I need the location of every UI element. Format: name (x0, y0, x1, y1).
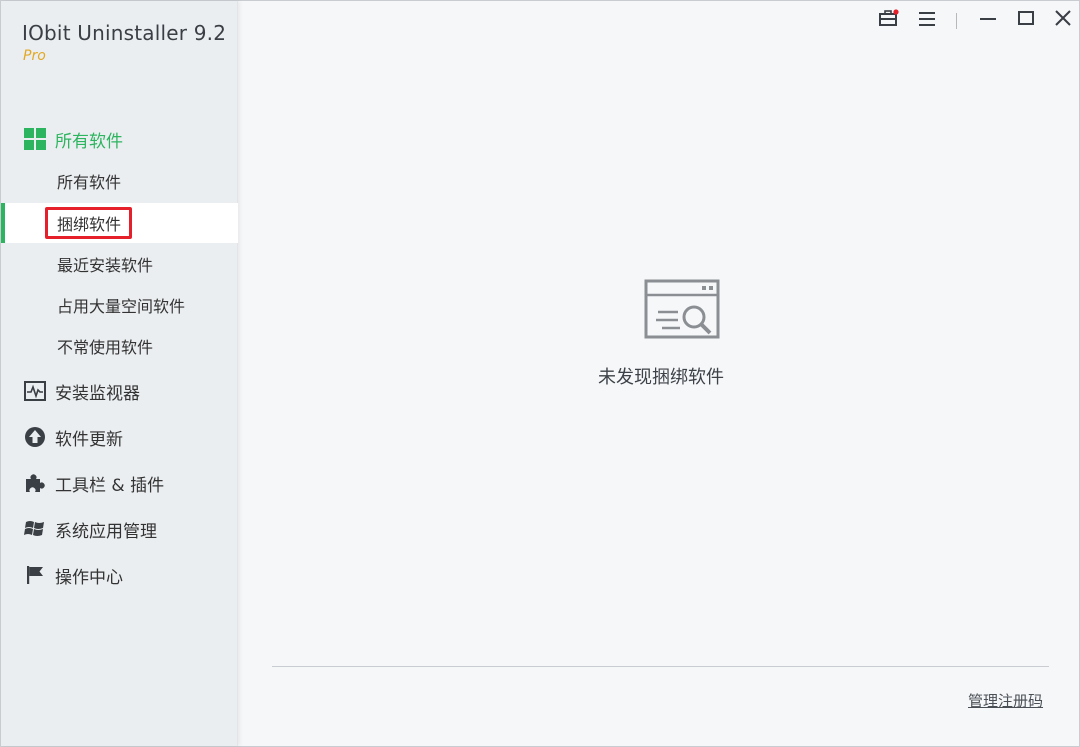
app-window: IObit Uninstaller 9.2 Pro 所有软件 所有软件 捆绑软件… (0, 0, 1080, 747)
sidebar-item-label: 最近安装软件 (57, 256, 154, 275)
sidebar-item-label: 所有软件 (57, 173, 122, 192)
sidebar-group-toolbars-plugins[interactable]: 工具栏 & 插件 (1, 463, 238, 503)
sidebar-item-label: 不常使用软件 (57, 338, 154, 357)
sidebar-group-label: 软件更新 (55, 429, 123, 450)
puzzle-icon (23, 471, 47, 495)
maximize-icon (1018, 10, 1034, 30)
sidebar-group-label: 工具栏 & 插件 (55, 475, 165, 496)
app-title: IObit Uninstaller 9.2 (22, 21, 227, 45)
maximize-button[interactable] (1011, 7, 1041, 33)
app-edition: Pro (23, 48, 46, 64)
close-icon (1055, 10, 1071, 30)
sidebar-group-install-monitor[interactable]: 安装监视器 (1, 371, 238, 411)
sidebar: IObit Uninstaller 9.2 Pro 所有软件 所有软件 捆绑软件… (1, 1, 238, 746)
toolbox-icon (879, 9, 899, 31)
sidebar-item-label: 占用大量空间软件 (57, 297, 186, 316)
highlight-box (45, 207, 132, 239)
sidebar-group-software-updater[interactable]: 软件更新 (1, 417, 238, 457)
sidebar-group-all-software[interactable]: 所有软件 (1, 119, 238, 159)
toolbox-button[interactable] (874, 7, 904, 33)
sidebar-group-label: 所有软件 (55, 131, 123, 152)
sidebar-item-large-programs[interactable]: 占用大量空间软件 (1, 285, 238, 325)
sidebar-item-recently-installed[interactable]: 最近安装软件 (1, 244, 238, 284)
sidebar-group-label: 系统应用管理 (55, 521, 157, 542)
titlebar-separator (956, 13, 957, 29)
grid-icon (23, 127, 47, 151)
windows-logo-icon (23, 517, 47, 541)
monitor-pulse-icon (23, 379, 47, 403)
empty-state (581, 279, 741, 345)
menu-button[interactable] (912, 7, 942, 33)
footer-divider (272, 666, 1049, 667)
manage-license-link[interactable]: 管理注册码 (968, 690, 1043, 711)
minimize-icon (980, 10, 996, 30)
sidebar-group-windows-apps[interactable]: 系统应用管理 (1, 509, 238, 549)
sidebar-item-all-software[interactable]: 所有软件 (1, 161, 238, 201)
flag-icon (23, 563, 47, 587)
upload-arrow-icon (23, 425, 47, 449)
window-search-icon (602, 279, 720, 345)
sidebar-group-label: 操作中心 (55, 567, 123, 588)
sidebar-item-infrequently-used[interactable]: 不常使用软件 (1, 326, 238, 366)
empty-state-message: 未发现捆绑软件 (598, 367, 724, 388)
sidebar-group-label: 安装监视器 (55, 383, 140, 404)
minimize-button[interactable] (973, 7, 1003, 33)
close-button[interactable] (1048, 7, 1078, 33)
menu-icon (919, 11, 935, 30)
sidebar-item-bundleware[interactable]: 捆绑软件 (1, 203, 238, 243)
sidebar-group-action-center[interactable]: 操作中心 (1, 555, 238, 595)
